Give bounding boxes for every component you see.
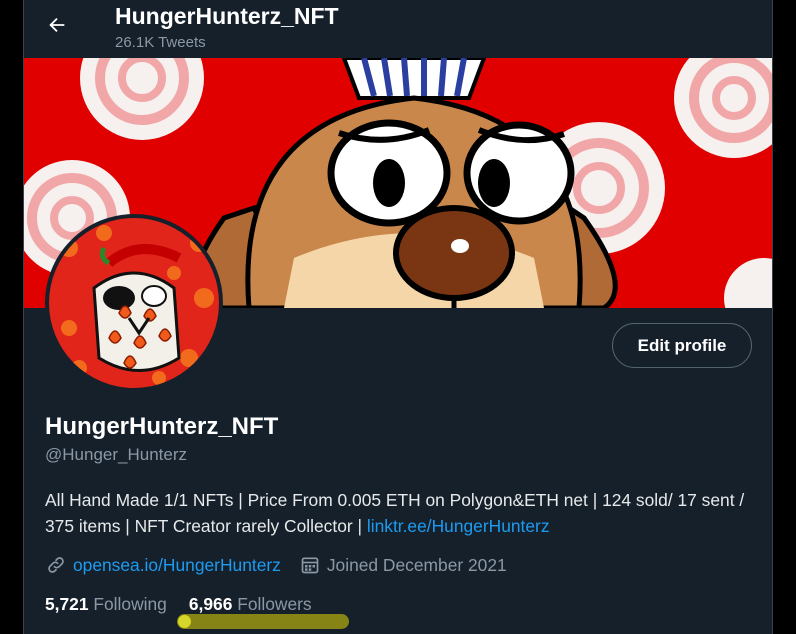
arrow-left-icon bbox=[49, 17, 65, 33]
edit-profile-button[interactable]: Edit profile bbox=[612, 323, 752, 368]
following-label: Following bbox=[93, 594, 167, 614]
follow-stats: 5,721 Following 6,966 Followers bbox=[45, 594, 312, 615]
link-icon bbox=[45, 554, 67, 576]
app-window: HungerHunterz_NFT 26.1K Tweets Edit prof… bbox=[0, 0, 796, 634]
header-title: HungerHunterz_NFT bbox=[115, 3, 339, 29]
followers-link[interactable]: 6,966 Followers bbox=[189, 594, 312, 615]
tweet-count: 26.1K Tweets bbox=[115, 34, 206, 51]
joined-date: Joined December 2021 bbox=[326, 554, 507, 575]
following-count: 5,721 bbox=[45, 594, 89, 614]
profile-bio: All Hand Made 1/1 NFTs | Price From 0.00… bbox=[45, 487, 760, 539]
avatar[interactable] bbox=[45, 214, 223, 392]
user-handle: @Hunger_Hunterz bbox=[45, 445, 187, 464]
followers-label: Followers bbox=[237, 594, 312, 614]
calendar-icon bbox=[299, 554, 321, 576]
back-button[interactable] bbox=[40, 8, 74, 42]
followers-highlight-mark bbox=[177, 614, 349, 629]
following-link[interactable]: 5,721 Following bbox=[45, 594, 167, 615]
website-link[interactable]: opensea.io/HungerHunterz bbox=[73, 555, 281, 576]
display-name: HungerHunterz_NFT bbox=[45, 413, 279, 440]
highlight-dot bbox=[178, 615, 191, 628]
nft-dog-avatar-icon bbox=[49, 218, 219, 388]
followers-count: 6,966 bbox=[188, 594, 233, 614]
profile-meta: opensea.io/HungerHunterz Joined December… bbox=[45, 553, 507, 577]
bio-link[interactable]: linktr.ee/HungerHunterz bbox=[367, 516, 550, 536]
right-gutter bbox=[773, 0, 796, 634]
